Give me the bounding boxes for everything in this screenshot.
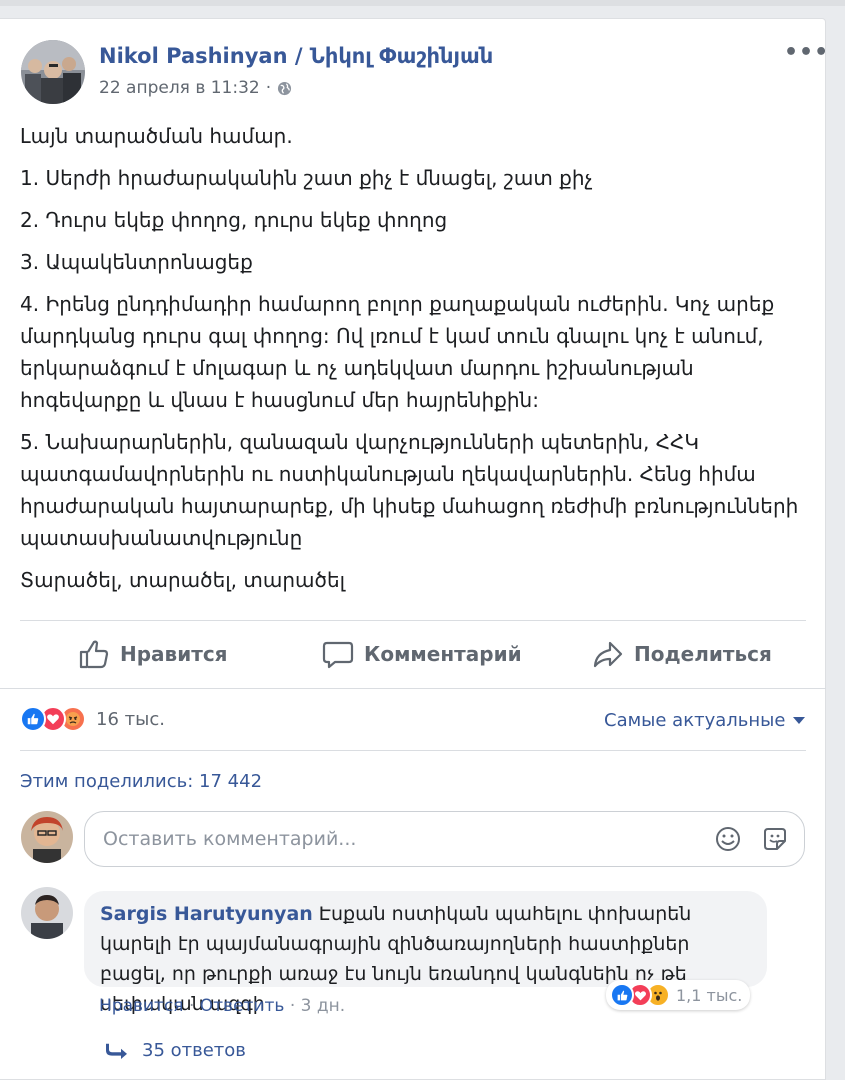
post-paragraph: Լայն տարածման համար. — [20, 124, 293, 148]
sort-label: Самые актуальные — [604, 710, 786, 731]
more-options-icon[interactable]: ••• — [784, 40, 829, 65]
comment-age[interactable]: 3 дн. — [301, 996, 346, 1016]
comment-input[interactable]: Оставить комментарий... — [84, 811, 805, 867]
top-separator — [0, 0, 845, 6]
sticker-icon[interactable] — [760, 824, 790, 854]
reactions-summary[interactable]: 16 тыс. — [20, 706, 165, 732]
sort-dropdown[interactable]: Самые актуальные — [604, 710, 806, 731]
caret-down-icon — [793, 717, 806, 724]
post-paragraph: 5. Նախարարներին, զանազան վարչությունների… — [20, 430, 799, 550]
comment-reply-link[interactable]: Ответить — [200, 996, 285, 1016]
comment-button-label: Комментарий — [364, 642, 522, 666]
action-divider — [20, 620, 806, 621]
comment-like-link[interactable]: Нравится — [99, 996, 184, 1016]
share-arrow-icon — [593, 641, 623, 668]
thumbs-up-icon — [79, 640, 109, 669]
view-replies-link[interactable]: 35 ответов — [106, 1040, 246, 1061]
comment-reactions-count: 1,1 тыс. — [676, 985, 743, 1005]
post-author[interactable]: Nikol Pashinyan / Նիկոլ Փաշինյան — [99, 44, 493, 68]
comment-button[interactable]: Комментарий — [322, 637, 522, 671]
comment-bubble-icon — [322, 641, 354, 669]
comment-author[interactable]: Sargis Harutyunyan — [100, 903, 313, 925]
comment-reactions[interactable]: 1,1 тыс. — [606, 980, 751, 1010]
share-button[interactable]: Поделиться — [592, 637, 772, 671]
author-avatar[interactable] — [21, 40, 85, 104]
like-icon — [20, 706, 46, 732]
post-timestamp[interactable]: 22 апреля в 11:32 — [99, 78, 260, 98]
post-paragraph: 4. Իրենց ընդդիմադիր համարող բոլոր քաղաքա… — [20, 292, 775, 412]
reactions-count[interactable]: 16 тыс. — [96, 709, 165, 730]
like-button[interactable]: Нравится — [78, 637, 228, 671]
comment-actions-sep: · — [188, 996, 195, 1016]
post-paragraph: 1. Սերժի հրաժարականին շատ քիչ է մնացել, … — [20, 166, 593, 190]
smiley-icon[interactable] — [713, 824, 743, 854]
replies-count: 35 ответов — [142, 1040, 246, 1061]
section-divider — [0, 688, 826, 689]
comment-actions-sep: · — [289, 996, 296, 1016]
like-icon — [610, 983, 634, 1007]
comment-actions: Нравится · Ответить · 3 дн. — [99, 996, 345, 1016]
meta-separator: · — [265, 78, 272, 98]
commenter-avatar[interactable] — [21, 887, 73, 939]
share-button-label: Поделиться — [634, 642, 772, 666]
shares-link[interactable]: Этим поделились: 17 442 — [20, 771, 262, 792]
comment-bubble: Sargis Harutyunyan Էսքան ոստիկան պահելու … — [84, 891, 767, 1015]
shares-divider — [20, 750, 806, 751]
like-button-label: Нравится — [120, 642, 228, 666]
post-paragraph: Տարածել, տարածել, տարածել — [20, 568, 346, 592]
post-meta: 22 апреля в 11:32 · — [99, 78, 292, 98]
post-body: Լայն տարածման համար. 1. Սերժի հրաժարական… — [20, 120, 810, 606]
globe-icon — [278, 81, 292, 95]
post-paragraph: 2. Դուրս եկեք փողոց, դուրս եկեք փողոց — [20, 208, 448, 232]
reply-arrow-icon — [106, 1043, 127, 1059]
current-user-avatar — [21, 811, 73, 863]
post-paragraph: 3. Ապակենտրոնացեք — [20, 250, 253, 274]
